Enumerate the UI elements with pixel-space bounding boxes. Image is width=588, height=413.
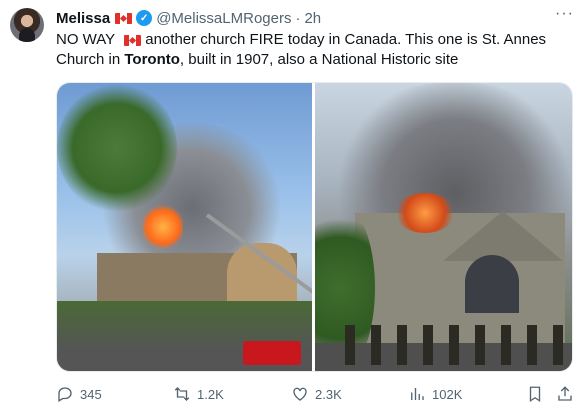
- views-count: 102K: [432, 386, 463, 402]
- repost-count: 1.2K: [197, 386, 224, 402]
- tweet-text-bold: Toronto: [124, 51, 180, 68]
- tweet-actions: 345 1.2K 2.3K 102K: [56, 385, 576, 407]
- church-fire-photo-left[interactable]: [57, 83, 312, 371]
- views-button[interactable]: 102K: [408, 385, 462, 403]
- tweet-media: [56, 82, 573, 372]
- bookmark-icon: [529, 386, 541, 403]
- heart-icon: [293, 387, 307, 401]
- more-options-icon[interactable]: ···: [555, 6, 574, 22]
- author-name[interactable]: Melissa: [56, 10, 110, 27]
- canada-flag-icon: [115, 12, 133, 24]
- canada-flag-icon: [124, 34, 142, 46]
- reply-count: 345: [80, 386, 102, 402]
- church-fire-photo-right[interactable]: [315, 83, 572, 371]
- reply-icon: [58, 387, 72, 402]
- repost-button[interactable]: 1.2K: [173, 385, 224, 403]
- like-count: 2.3K: [315, 386, 342, 402]
- views-icon: [411, 388, 424, 400]
- repost-icon: [174, 387, 190, 401]
- share-button[interactable]: [556, 385, 574, 403]
- tweet-text-part1: NO WAY: [56, 31, 115, 48]
- tweet-text: NO WAY another church FIRE today in Cana…: [56, 30, 576, 70]
- post-time[interactable]: 2h: [304, 10, 321, 27]
- verified-badge-icon: ✓: [136, 10, 153, 26]
- avatar[interactable]: [10, 8, 44, 42]
- author-handle[interactable]: @MelissaLMRogers: [156, 10, 291, 27]
- tweet-header: Melissa ✓ @MelissaLMRogers · 2h: [56, 8, 578, 28]
- tweet-text-part3: , built in 1907, also a National Histori…: [179, 51, 459, 68]
- reply-button[interactable]: 345: [56, 385, 102, 403]
- bookmark-button[interactable]: [526, 385, 544, 403]
- separator-dot: ·: [295, 9, 301, 27]
- share-icon: [558, 386, 572, 401]
- like-button[interactable]: 2.3K: [291, 385, 342, 403]
